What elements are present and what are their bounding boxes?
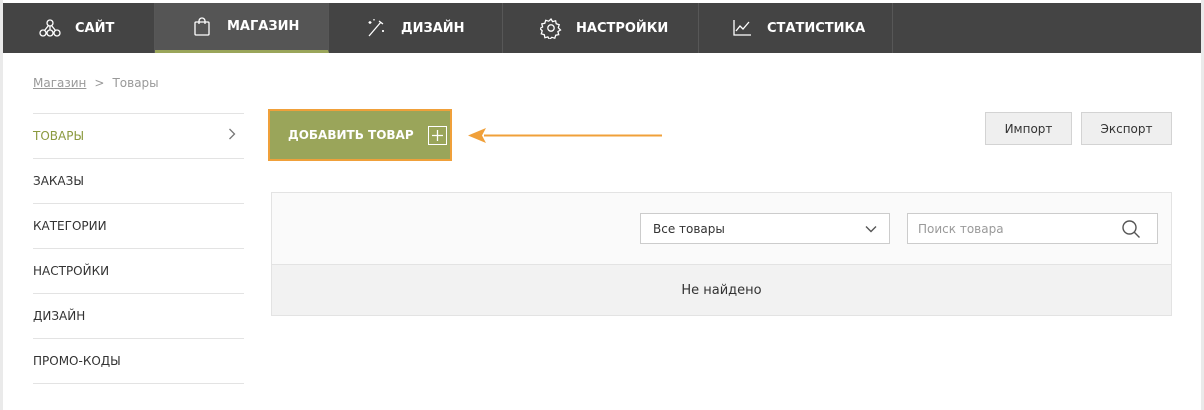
product-filter-value: Все товары — [653, 221, 725, 236]
line-chart-icon — [731, 17, 753, 39]
breadcrumb-link-shop[interactable]: Магазин — [33, 76, 86, 90]
annotation-arrow-icon — [468, 128, 662, 143]
shopping-bag-icon — [191, 16, 213, 38]
add-product-label: ДОБАВИТЬ ТОВАР — [288, 128, 414, 142]
sidebar: ТОВАРЫ ЗАКАЗЫ КАТЕГОРИИ НАСТРОЙКИ ДИЗАЙН… — [33, 113, 244, 384]
sidebar-item-label: ЗАКАЗЫ — [33, 174, 84, 188]
nav-tab-label: САЙТ — [75, 20, 115, 36]
sidebar-item-products[interactable]: ТОВАРЫ — [33, 114, 244, 159]
sidebar-item-promo-codes[interactable]: ПРОМО-КОДЫ — [33, 339, 244, 384]
nav-tab-site[interactable]: САЙТ — [3, 3, 155, 53]
nav-tab-label: МАГАЗИН — [227, 19, 300, 34]
sitemap-icon — [39, 17, 61, 39]
sidebar-item-label: ТОВАРЫ — [33, 129, 85, 143]
sidebar-item-label: ПРОМО-КОДЫ — [33, 354, 121, 368]
sidebar-item-categories[interactable]: КАТЕГОРИИ — [33, 204, 244, 249]
nav-tab-label: ДИЗАЙН — [401, 20, 465, 36]
chevron-down-icon — [865, 222, 877, 236]
chevron-right-icon — [228, 128, 236, 144]
magic-wand-icon — [365, 17, 387, 39]
sidebar-item-label: ДИЗАЙН — [33, 309, 86, 323]
nav-tab-label: СТАТИСТИКА — [767, 20, 866, 36]
sidebar-item-label: НАСТРОЙКИ — [33, 264, 110, 278]
sidebar-item-settings[interactable]: НАСТРОЙКИ — [33, 249, 244, 294]
plus-icon — [427, 125, 447, 145]
window-frame-left — [0, 0, 3, 410]
nav-tab-shop[interactable]: МАГАЗИН — [155, 3, 329, 53]
sidebar-item-orders[interactable]: ЗАКАЗЫ — [33, 159, 244, 204]
sidebar-item-design[interactable]: ДИЗАЙН — [33, 294, 244, 339]
top-navigation: САЙТ МАГАЗИН ДИЗАЙН НАСТРОЙКИ СТАТИСТИКА — [3, 3, 1201, 53]
nav-tab-label: НАСТРОЙКИ — [576, 20, 669, 36]
nav-tab-statistics[interactable]: СТАТИСТИКА — [699, 3, 893, 53]
products-panel: Все товары Не найдено — [271, 192, 1172, 316]
add-product-button[interactable]: ДОБАВИТЬ ТОВАР — [268, 109, 452, 161]
nav-tab-settings[interactable]: НАСТРОЙКИ — [503, 3, 699, 53]
sidebar-item-label: КАТЕГОРИИ — [33, 219, 107, 233]
products-filter-bar: Все товары — [272, 193, 1171, 265]
export-button[interactable]: Экспорт — [1081, 112, 1172, 145]
breadcrumb: Магазин > Товары — [33, 76, 159, 90]
breadcrumb-separator: > — [94, 76, 105, 90]
nav-tab-design[interactable]: ДИЗАЙН — [329, 3, 503, 53]
gear-icon — [540, 17, 562, 39]
product-filter-select[interactable]: Все товары — [640, 213, 890, 244]
search-icon[interactable] — [1113, 214, 1149, 243]
product-search — [907, 213, 1158, 244]
breadcrumb-current: Товары — [112, 76, 159, 90]
search-input[interactable] — [908, 214, 1113, 243]
import-button[interactable]: Импорт — [985, 112, 1072, 145]
empty-results-message: Не найдено — [272, 265, 1171, 315]
